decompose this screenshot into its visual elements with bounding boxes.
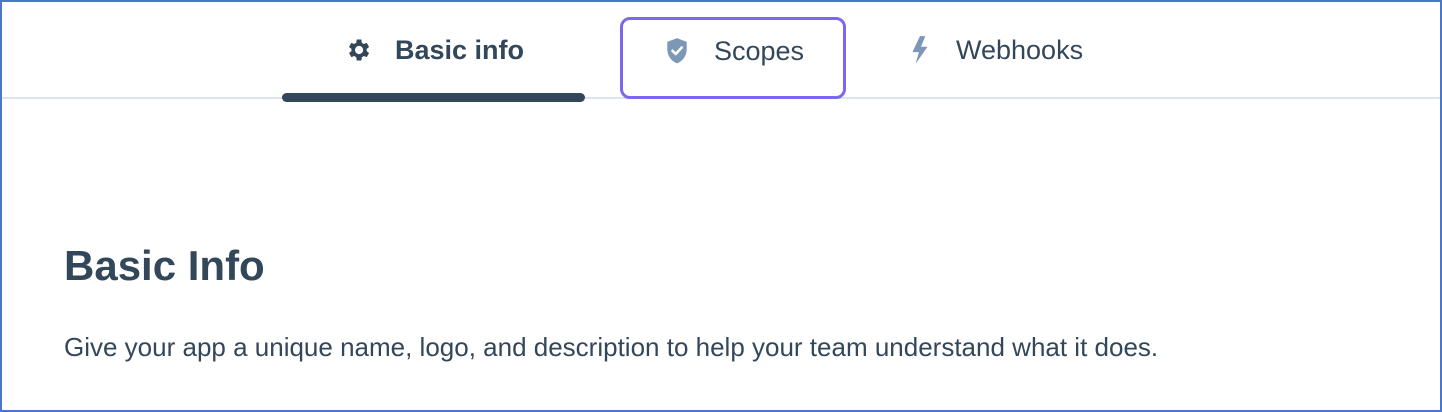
gear-icon [343, 35, 373, 65]
shield-check-icon [662, 36, 692, 66]
tab-webhooks-label: Webhooks [956, 35, 1084, 65]
lightning-bolt-icon [906, 35, 936, 65]
tab-scopes[interactable]: Scopes [620, 17, 846, 99]
tab-scopes-label: Scopes [713, 36, 805, 66]
tab-bar: Basic info Scopes Webhooks [2, 2, 1440, 102]
section-description: Give your app a unique name, logo, and d… [64, 332, 1159, 362]
tab-webhooks[interactable]: Webhooks [906, 18, 1106, 98]
app-settings-panel: Basic info Scopes Webhooks Basic Info Gi… [0, 0, 1442, 412]
tab-basic-info-label: Basic info [394, 35, 525, 65]
tab-basic-info[interactable]: Basic info [282, 18, 585, 102]
page-title: Basic Info [64, 242, 265, 289]
basic-info-section: Basic Info Give your app a unique name, … [64, 240, 1400, 364]
active-tab-indicator [282, 93, 585, 102]
